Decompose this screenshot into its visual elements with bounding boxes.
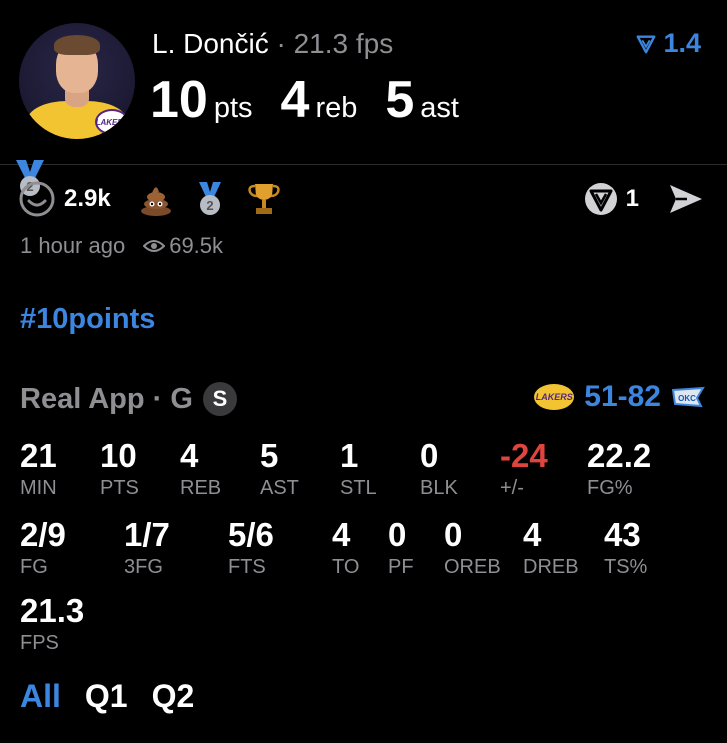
stat-label: FTS	[228, 556, 266, 578]
rank-indicator[interactable]: 1.4	[635, 28, 701, 59]
stat-blk: 0 BLK	[420, 437, 458, 500]
stat-label: STL	[340, 477, 377, 499]
post-actions: 1	[582, 180, 705, 218]
stat-value: 2/9	[20, 516, 66, 553]
stat-fg-pct: 22.2 FG%	[587, 437, 651, 500]
stat-value: 10	[100, 437, 137, 474]
view-count: 69.5k	[169, 233, 224, 258]
vote-count: 1	[625, 185, 639, 212]
stat-label: PF	[388, 556, 414, 578]
player-name[interactable]: L. Dončić	[152, 28, 269, 59]
views-group: 69.5k	[143, 233, 223, 259]
stat-value: 43	[604, 516, 641, 553]
stat-label: REB	[180, 477, 222, 499]
game-score[interactable]: LAKERS 51-82 OKC	[534, 380, 705, 414]
share-send-icon[interactable]	[667, 182, 705, 216]
stat-value: 22.2	[587, 437, 652, 474]
stat-value: 0	[444, 516, 463, 553]
stat-value: 0	[388, 516, 407, 553]
post-title: L. Dončić · 21.3 fps	[152, 28, 393, 60]
reb-value: 4	[280, 71, 310, 129]
title-separator: ·	[276, 28, 286, 59]
pts-value: 10	[150, 71, 208, 129]
stat-dreb: 4 DREB	[523, 516, 579, 579]
stat-value: 4	[332, 516, 351, 553]
stat-value: 21	[20, 437, 57, 474]
stat-value: 4	[523, 516, 542, 553]
stat-fps: 21.3 FPS	[20, 592, 84, 655]
stat-fts: 5/6 FTS	[228, 516, 274, 579]
post-meta: 1 hour ago 69.5k	[20, 233, 223, 259]
silver-medal-icon[interactable]: 2	[191, 180, 229, 218]
stat-label: FG%	[587, 477, 633, 499]
stat-ast: 5 AST	[260, 437, 299, 500]
reactions-row: 2.9k 2	[18, 180, 299, 218]
stat-label: AST	[260, 477, 299, 499]
avatar-hair	[54, 35, 100, 55]
stat-3fg: 1/7 3FG	[124, 516, 170, 579]
player-avatar[interactable]: LAKERS	[19, 23, 135, 139]
reb-unit: reb	[315, 92, 358, 124]
stat-pf: 0 PF	[388, 516, 414, 579]
fps-value: 21.3 fps	[293, 28, 394, 59]
divider	[0, 164, 727, 165]
reaction-count: 2.9k	[64, 185, 111, 212]
time-ago: 1 hour ago	[20, 233, 126, 258]
stat-value: 1	[340, 437, 359, 474]
stat-label: 3FG	[124, 556, 163, 578]
stat-min: 21 MIN	[20, 437, 57, 500]
team-logo-badge: LAKERS	[95, 109, 129, 135]
stat-label: OREB	[444, 556, 501, 578]
eye-icon	[143, 240, 166, 252]
smiley-reaction-icon[interactable]	[18, 180, 56, 218]
stat-pts: 10 PTS	[100, 437, 139, 500]
game-source: Real App · G S	[20, 382, 237, 416]
stat-label: PTS	[100, 477, 139, 499]
okc-logo-icon: OKC	[671, 386, 705, 408]
stat-label: TO	[332, 556, 360, 578]
score-value: 51-82	[584, 380, 661, 413]
game-source-label: Real App · G	[20, 382, 193, 415]
trophy-icon[interactable]	[245, 180, 283, 218]
period-tabs: All Q1 Q2	[20, 678, 218, 715]
stat-label: FG	[20, 556, 48, 578]
stat-value: 5/6	[228, 516, 274, 553]
stat-label: FPS	[20, 632, 59, 654]
stat-ts-pct: 43 TS%	[604, 516, 647, 579]
pts-unit: pts	[213, 92, 253, 124]
tab-all[interactable]: All	[20, 678, 61, 715]
stat-stl: 1 STL	[340, 437, 377, 500]
stat-plus-minus: -24 +/-	[500, 437, 548, 500]
rank-arrow-icon	[637, 34, 656, 53]
stat-oreb: 0 OREB	[444, 516, 501, 579]
sport-badge[interactable]: S	[202, 382, 237, 416]
poop-emoji-icon[interactable]	[137, 180, 175, 218]
stat-value: 4	[180, 437, 199, 474]
ast-value: 5	[385, 71, 415, 129]
hashtag-link[interactable]: #10points	[20, 303, 155, 336]
stat-label: MIN	[20, 477, 57, 499]
stat-label: DREB	[523, 556, 579, 578]
stat-reb: 4 REB	[180, 437, 221, 500]
tab-q1[interactable]: Q1	[85, 678, 128, 715]
rank-vote-icon[interactable]	[582, 180, 620, 218]
svg-text:OKC: OKC	[678, 394, 696, 403]
stat-label: TS%	[604, 556, 648, 578]
ast-unit: ast	[420, 92, 459, 124]
stat-label: BLK	[420, 477, 458, 499]
stat-value: 0	[420, 437, 439, 474]
stat-value: 1/7	[124, 516, 170, 553]
stat-value: 21.3	[20, 592, 85, 629]
headline-stats: 10 pts 4 reb 5 ast	[150, 70, 487, 130]
stat-label: +/-	[500, 477, 524, 499]
stat-fg: 2/9 FG	[20, 516, 66, 579]
stat-value: 5	[260, 437, 279, 474]
lakers-logo-icon: LAKERS	[534, 384, 575, 410]
svg-text:2: 2	[206, 198, 213, 213]
stat-to: 4 TO	[332, 516, 359, 579]
stat-value: -24	[500, 437, 548, 474]
tab-q2[interactable]: Q2	[152, 678, 195, 715]
rank-value: 1.4	[663, 28, 701, 58]
